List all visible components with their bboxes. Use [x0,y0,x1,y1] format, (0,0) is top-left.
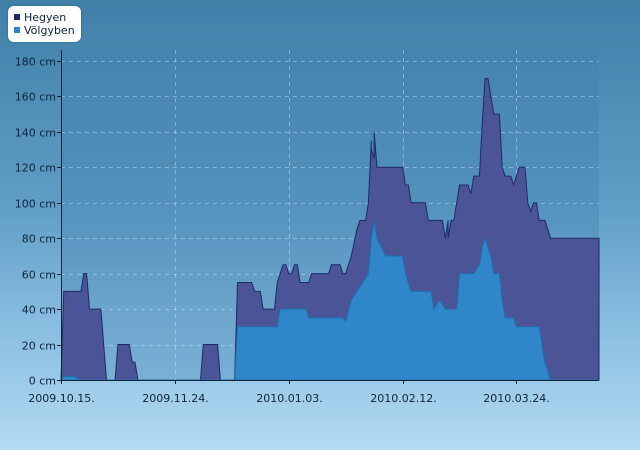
y-tick-label: 100 cm [15,198,56,211]
x-tick-label: 2010.03.24. [483,392,549,405]
legend-label: Hegyen [24,11,67,24]
y-tick-label: 160 cm [15,91,56,104]
y-tick-label: 120 cm [15,162,56,175]
area-chart: 0 cm 20 cm 40 cm 60 cm 80 cm 100 cm 120 cm 140 … [15,50,600,405]
x-tick-label: 2010.01.03. [256,392,322,405]
chart-container: 0 cm 20 cm 40 cm 60 cm 80 cm 100 cm 120 cm 140 … [0,0,640,450]
x-tick-label: 2009.11.24. [142,392,208,405]
legend-swatch-icon [14,27,20,33]
y-tick-label: 60 cm [22,269,56,282]
y-tick-label: 80 cm [22,233,56,246]
x-tick-label: 2010.02.12. [370,392,436,405]
y-tick-label: 20 cm [22,340,56,353]
y-tick-label: 180 cm [15,56,56,69]
legend-item-hegyen: Hegyen [14,12,66,24]
y-tick-label: 140 cm [15,127,56,140]
y-tick-label: 0 cm [29,375,56,388]
legend-label: Völgyben [24,24,75,37]
legend-item-volgyben: Völgyben [14,25,75,37]
x-tick-label: 2009.10.15. [28,392,94,405]
y-tick-label: 40 cm [22,304,56,317]
legend: Hegyen Völgyben [8,6,81,42]
legend-swatch-icon [14,14,20,20]
